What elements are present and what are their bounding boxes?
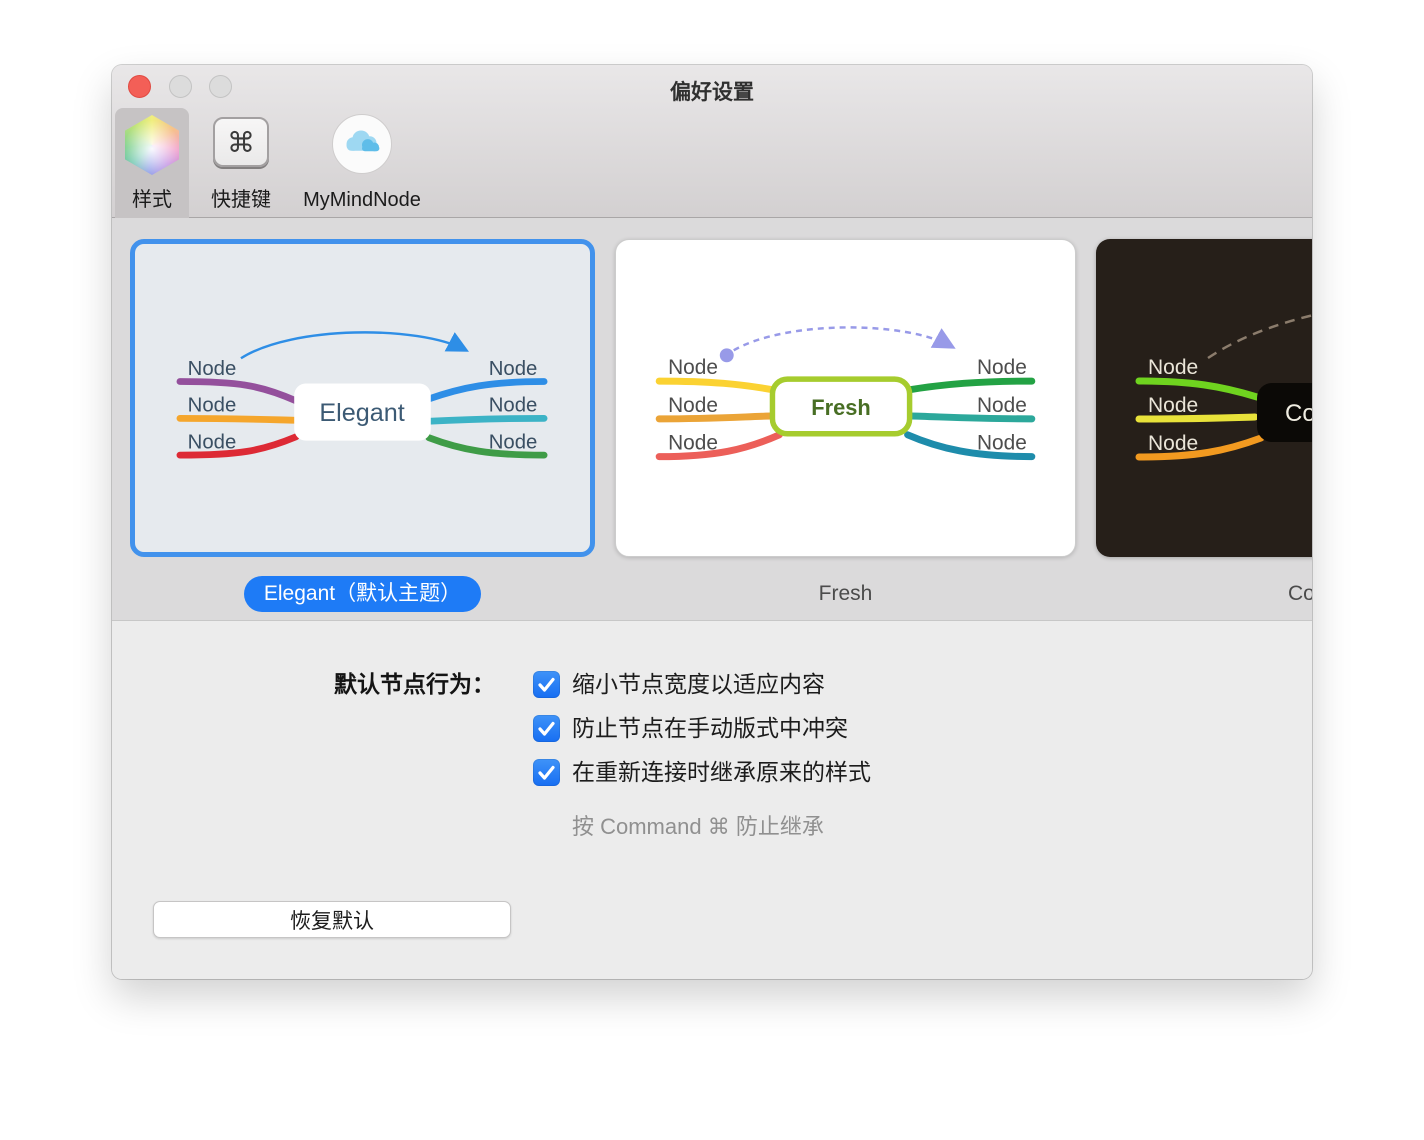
branch-line: [655, 377, 778, 394]
theme-caption-dark: Co: [1288, 582, 1312, 605]
node-label: Node: [188, 358, 237, 380]
checkbox-label: 在重新连接时继承原来的样式: [572, 759, 871, 785]
check-icon: [538, 677, 555, 692]
theme-caption-fresh: Fresh: [818, 582, 873, 605]
node-label: Node: [977, 394, 1027, 417]
center-node-label: Fresh: [811, 395, 871, 420]
node-label: Node: [668, 432, 718, 455]
titlebar: 偏好设置 样式 ⌘ 快捷键 MyMindNode: [112, 65, 1312, 218]
settings-section: 默认节点行为： 缩小节点宽度以适应内容 防止节点在手动版式中冲突 在重新连接时继…: [112, 620, 1312, 979]
checkbox-checked[interactable]: [533, 715, 560, 742]
node-label: Node: [188, 395, 237, 417]
checkbox-row-prevent-overlap[interactable]: 防止节点在手动版式中冲突: [533, 715, 848, 742]
cloud-icon: [332, 114, 392, 174]
toolbar-item-label: 样式: [132, 189, 172, 211]
node-label: Node: [977, 432, 1027, 455]
arrow-start-dot: [719, 348, 734, 363]
desktop-background: 偏好设置 样式 ⌘ 快捷键 MyMindNode Elegant Node No…: [0, 0, 1424, 1140]
node-label: Node: [1148, 432, 1198, 455]
toolbar-item-label: MyMindNode: [303, 189, 421, 211]
command-hint-text: 按 Command ⌘ 防止继承: [572, 814, 824, 839]
toolbar-item-label: 快捷键: [211, 189, 271, 211]
reconnect-arrow-dashed: [1207, 314, 1312, 360]
node-label: Node: [188, 431, 237, 453]
center-node-label: Elegant: [319, 399, 404, 427]
center-node-label: Co: [1285, 400, 1312, 427]
checkbox-checked[interactable]: [533, 671, 560, 698]
theme-card-dark[interactable]: Co Node Node Node: [1096, 239, 1312, 557]
branch-line: [904, 377, 1036, 394]
branch-line: [1135, 413, 1259, 423]
reconnect-arrow: [240, 331, 469, 360]
theme-picker-strip: Elegant Node Node Node Node Node Node Fr…: [112, 218, 1312, 620]
node-label: Node: [1148, 394, 1198, 417]
node-label: Node: [668, 394, 718, 417]
checkbox-label: 防止节点在手动版式中冲突: [572, 715, 848, 741]
branch-line: [425, 414, 548, 425]
checkbox-checked[interactable]: [533, 759, 560, 786]
node-label: Node: [489, 395, 538, 417]
checkbox-row-shrink-node-width[interactable]: 缩小节点宽度以适应内容: [533, 671, 825, 698]
selected-theme-pill: Elegant（默认主题）: [243, 576, 482, 612]
node-label: Node: [1148, 356, 1198, 379]
window-title: 偏好设置: [670, 81, 754, 104]
checkbox-label: 缩小节点宽度以适应内容: [572, 671, 825, 697]
theme-card-elegant[interactable]: Elegant Node Node Node Node Node Node: [130, 239, 595, 557]
theme-caption-elegant: Elegant（默认主题）: [130, 576, 595, 612]
checkbox-row-inherit-style[interactable]: 在重新连接时继承原来的样式: [533, 759, 871, 786]
style-hexagon-icon: [125, 115, 179, 175]
toolbar-item-shortcuts[interactable]: ⌘ 快捷键: [204, 108, 278, 218]
toolbar-item-mymindnode[interactable]: MyMindNode: [296, 108, 428, 218]
default-node-behavior-label: 默认节点行为：: [334, 671, 495, 697]
node-label: Node: [668, 356, 718, 379]
reconnect-arrow-dashed: [733, 326, 956, 352]
theme-card-fresh[interactable]: Fresh Node Node Node Node Node Node: [615, 239, 1076, 557]
check-icon: [538, 765, 555, 780]
restore-defaults-button[interactable]: 恢复默认: [153, 901, 511, 938]
branch-line: [176, 414, 299, 424]
node-label: Node: [489, 358, 538, 380]
toolbar-item-style[interactable]: 样式: [115, 108, 189, 218]
command-key-icon: ⌘: [213, 117, 269, 167]
node-label: Node: [977, 356, 1027, 379]
preferences-window: 偏好设置 样式 ⌘ 快捷键 MyMindNode Elegant Node No…: [112, 65, 1312, 979]
check-icon: [538, 721, 555, 736]
node-label: Node: [489, 431, 538, 453]
